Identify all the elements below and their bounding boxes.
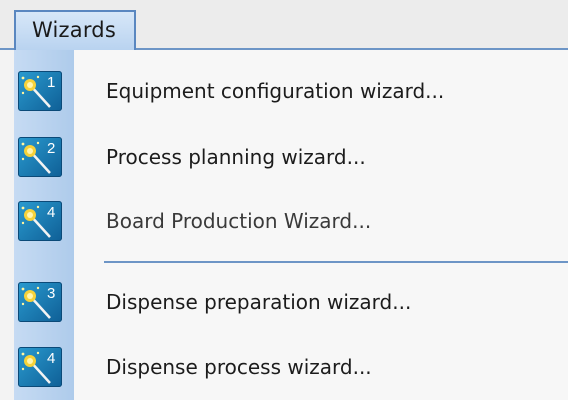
menu-item-process-planning-wizard[interactable]: 2 Process planning wizard...	[14, 130, 568, 184]
menu-separator	[104, 261, 568, 263]
menu-item-label: Equipment configuration wizard...	[106, 79, 445, 103]
magic-wand-icon: 4	[18, 201, 62, 241]
menu-item-equipment-configuration-wizard[interactable]: 1 Equipment configuration wizard...	[14, 64, 568, 118]
magic-wand-icon: 1	[18, 71, 62, 111]
magic-wand-icon: 4	[18, 347, 62, 387]
wizards-dropdown: 1 Equipment configuration wizard... 2 Pr…	[14, 50, 568, 400]
badge-number: 2	[47, 140, 55, 157]
magic-wand-icon: 3	[18, 282, 62, 322]
magic-wand-icon: 2	[18, 137, 62, 177]
menu-item-label: Board Production Wizard...	[106, 209, 372, 233]
menu-item-label: Dispense preparation wizard...	[106, 290, 412, 314]
menu-item-dispense-preparation-wizard[interactable]: 3 Dispense preparation wizard...	[14, 275, 568, 329]
menu-item-label: Process planning wizard...	[106, 145, 366, 169]
badge-number: 3	[47, 285, 55, 302]
menu-item-label: Dispense process wizard...	[106, 355, 372, 379]
menu-item-board-production-wizard[interactable]: 4 Board Production Wizard...	[14, 194, 568, 248]
menu-item-dispense-process-wizard[interactable]: 4 Dispense process wizard...	[14, 340, 568, 394]
badge-number: 4	[47, 350, 55, 367]
application-window: Wizards 1 Equipment configuration wizard…	[0, 0, 568, 400]
badge-number: 4	[47, 204, 55, 221]
menu-wizards[interactable]: Wizards	[14, 10, 136, 50]
badge-number: 1	[47, 74, 55, 91]
